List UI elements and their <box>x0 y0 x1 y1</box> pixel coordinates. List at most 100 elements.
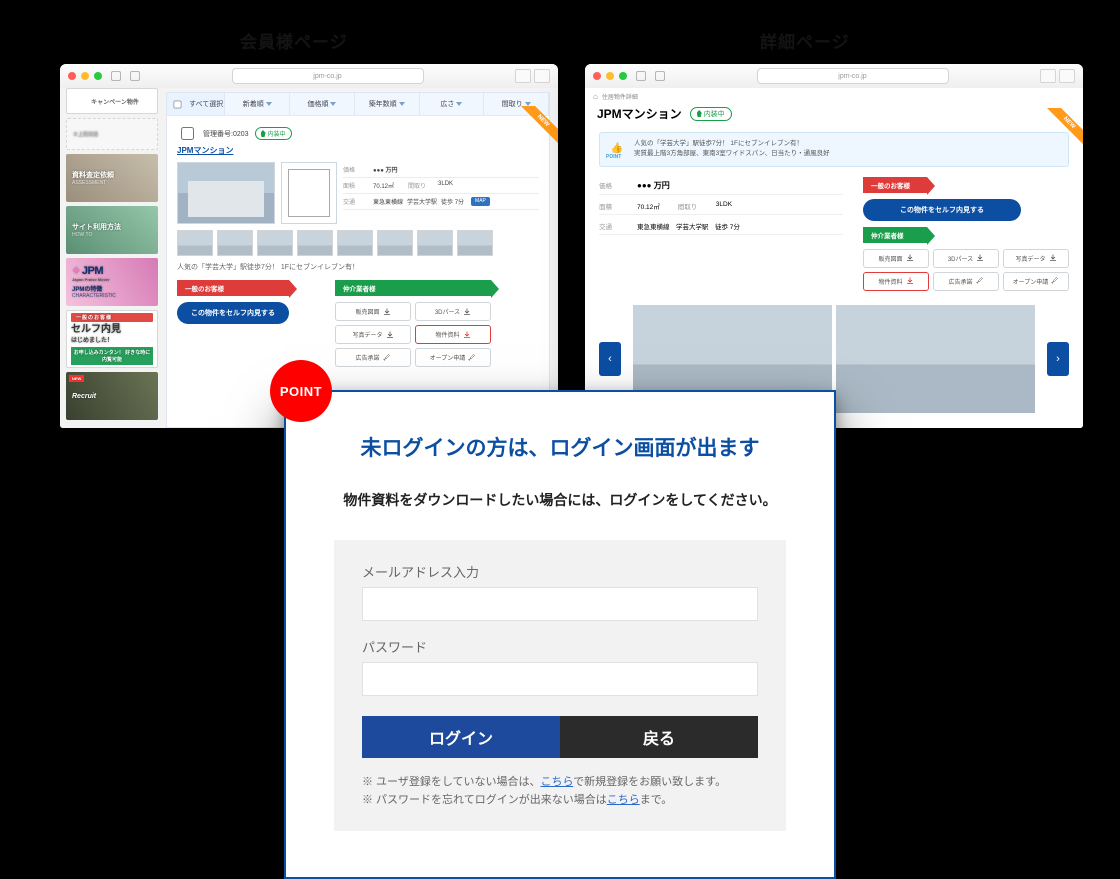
dl-photo[interactable]: 写真データ <box>1003 249 1069 268</box>
edit-icon <box>976 277 984 285</box>
browser-chrome: jpm-co.jp <box>60 64 558 89</box>
sidebar-item-recruit[interactable]: NEW Recruit <box>66 372 158 420</box>
home-icon[interactable]: ⌂ <box>593 92 598 101</box>
share-icon[interactable] <box>515 69 531 83</box>
dl-property-doc[interactable]: 物件資料 <box>415 325 491 344</box>
edit-icon <box>1051 277 1059 285</box>
dl-ad-approve[interactable]: 広告承諾 <box>933 272 999 291</box>
gallery-image[interactable] <box>836 305 1035 413</box>
photo-main[interactable] <box>177 162 275 224</box>
share-icon[interactable] <box>1040 69 1056 83</box>
thumb[interactable] <box>177 230 213 256</box>
thumb[interactable] <box>337 230 373 256</box>
gallery-prev-button[interactable]: ‹ <box>599 342 621 376</box>
breadcrumb: ⌂ 住居物件詳細 <box>585 88 1083 105</box>
ribbon-customer: 一般のお客様 <box>177 280 289 296</box>
point-badge: POINT <box>270 360 332 422</box>
dl-ad-approve[interactable]: 広告承諾 <box>335 348 411 367</box>
filter-area[interactable]: 広さ <box>420 93 485 115</box>
filter-select-all[interactable]: すべて選択 <box>167 93 225 115</box>
filter-bar: すべて選択 新着順 価格順 築年数順 広さ 間取り <box>167 93 549 116</box>
password-label: パスワード <box>362 637 758 656</box>
dl-open-apply[interactable]: オープン申請 <box>415 348 491 367</box>
browser-window-detail: jpm-co.jp ⌂ 住居物件詳細 JPMマンション 内装中 NEW 👍 PO… <box>585 64 1083 428</box>
url-bar[interactable]: jpm-co.jp <box>757 68 949 84</box>
listing-desc: 人気の「学芸大学」駅徒歩7分！ 1Fにセブンイレブン有！ <box>177 262 539 272</box>
traffic-close-icon[interactable] <box>593 72 601 80</box>
point-box: 👍 POINT 人気の「学芸大学」駅徒歩7分！ 1Fにセブンイレブン有！ 実質最… <box>599 132 1069 167</box>
sidebar-item-assessment[interactable]: 資料査定依頼ASSESSMENT <box>66 154 158 202</box>
sidebar: キャンペーン物件 ※上限到達 資料査定依頼ASSESSMENT サイト利用方法H… <box>66 88 158 420</box>
login-button[interactable]: ログイン <box>362 716 560 758</box>
download-icon <box>463 308 471 316</box>
new-badge: NEW <box>69 375 84 382</box>
filter-price[interactable]: 価格順 <box>290 93 355 115</box>
thumb[interactable] <box>257 230 293 256</box>
tabs-icon[interactable] <box>1059 69 1075 83</box>
login-modal: 未ログインの方は、ログイン画面が出ます 物件資料をダウンロードしたい場合には、ロ… <box>284 390 836 879</box>
thumb[interactable] <box>217 230 253 256</box>
download-icon <box>463 331 471 339</box>
nav-back-icon[interactable] <box>111 71 121 81</box>
email-field[interactable] <box>362 587 758 621</box>
star-icon: ✦ <box>72 266 80 277</box>
sidebar-item-selfview[interactable]: 一般のお客様 セルフ内見 はじめました！ お申し込みカンタン！ 好きな時に内覧可… <box>66 310 158 368</box>
select-all-checkbox[interactable] <box>174 100 182 108</box>
thumb[interactable] <box>377 230 413 256</box>
download-icon <box>906 254 914 262</box>
dl-sales-drawing[interactable]: 販売図面 <box>863 249 929 268</box>
traffic-min-icon[interactable] <box>606 72 614 80</box>
sidebar-item-jpm[interactable]: ✦JPM Japan Praise Mover JPMの特徴 CHARACTER… <box>66 258 158 306</box>
sidebar-item-howto[interactable]: サイト利用方法HOW TO <box>66 206 158 254</box>
map-badge[interactable]: MAP <box>471 197 490 206</box>
traffic-max-icon[interactable] <box>94 72 102 80</box>
thumb[interactable] <box>417 230 453 256</box>
download-icon <box>976 254 984 262</box>
section-label-right: 詳細ページ <box>760 28 850 53</box>
dl-open-apply[interactable]: オープン申請 <box>1003 272 1069 291</box>
spec-table: 価格●●● 万円 面積70.12㎡ 間取り3LDK 交通東急東横線 学芸大学駅徒… <box>343 162 539 224</box>
thumb[interactable] <box>297 230 333 256</box>
ribbon-customer: 一般のお客様 <box>863 177 927 193</box>
download-icon <box>386 331 394 339</box>
edit-icon <box>383 354 391 362</box>
gallery-next-button[interactable]: › <box>1047 342 1069 376</box>
self-view-button[interactable]: この物件をセルフ内見する <box>177 302 289 324</box>
nav-fwd-icon[interactable] <box>130 71 140 81</box>
section-label-left: 会員様ページ <box>240 28 348 53</box>
dl-sales-drawing[interactable]: 販売図面 <box>335 302 411 321</box>
nav-fwd-icon[interactable] <box>655 71 665 81</box>
ribbon-agent: 仲介業者様 <box>863 227 927 243</box>
traffic-max-icon[interactable] <box>619 72 627 80</box>
password-field[interactable] <box>362 662 758 696</box>
traffic-close-icon[interactable] <box>68 72 76 80</box>
login-form: メールアドレス入力 パスワード ログイン 戻る ※ ユーザ登録をしていない場合は… <box>334 540 786 831</box>
traffic-min-icon[interactable] <box>81 72 89 80</box>
dl-property-doc[interactable]: 物件資料 <box>863 272 929 291</box>
register-link[interactable]: こちら <box>541 776 574 788</box>
edit-icon <box>468 354 476 362</box>
property-name-link[interactable]: JPMマンション <box>177 145 233 156</box>
floorplan-thumb[interactable] <box>281 162 337 224</box>
back-button[interactable]: 戻る <box>560 716 758 758</box>
page-title: JPMマンション <box>597 105 682 122</box>
status-badge: 内装中 <box>255 127 292 140</box>
filter-new[interactable]: 新着順 <box>225 93 290 115</box>
mgmt-number: 管理番号:0203 <box>203 129 249 139</box>
sidebar-campaign[interactable]: キャンペーン物件 <box>66 88 158 114</box>
forgot-password-link[interactable]: こちら <box>607 794 640 806</box>
tabs-icon[interactable] <box>534 69 550 83</box>
self-view-button[interactable]: この物件をセルフ内見する <box>863 199 1021 221</box>
listing-checkbox[interactable] <box>181 127 194 140</box>
login-notes: ※ ユーザ登録をしていない場合は、こちらで新規登録をお願い致します。 ※ パスワ… <box>362 774 758 809</box>
thumb[interactable] <box>457 230 493 256</box>
filter-age[interactable]: 築年数順 <box>355 93 420 115</box>
dl-3d[interactable]: 3Dパース <box>933 249 999 268</box>
new-ribbon: NEW <box>515 106 558 150</box>
dl-3d[interactable]: 3Dパース <box>415 302 491 321</box>
download-icon <box>1049 254 1057 262</box>
nav-back-icon[interactable] <box>636 71 646 81</box>
status-badge: 内装中 <box>690 107 732 121</box>
dl-photo[interactable]: 写真データ <box>335 325 411 344</box>
url-bar[interactable]: jpm-co.jp <box>232 68 424 84</box>
